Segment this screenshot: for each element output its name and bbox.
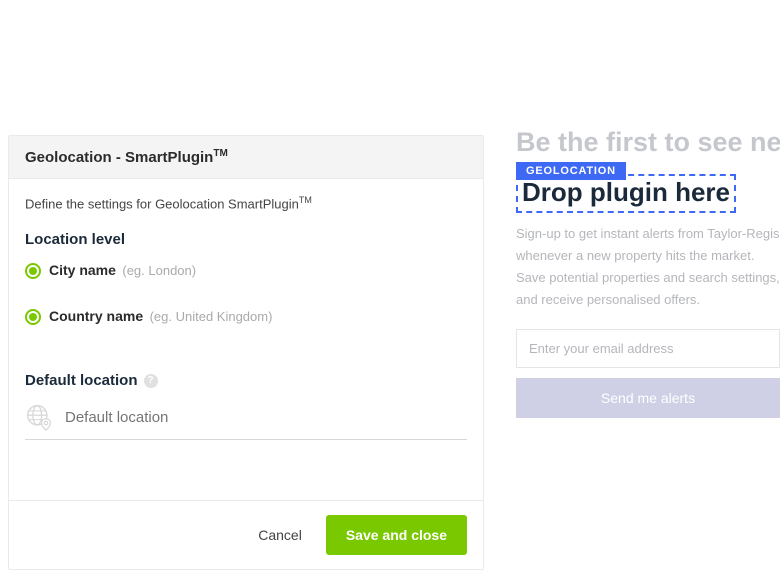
plugin-drop-zone[interactable]: GEOLOCATION Drop plugin here — [516, 174, 736, 213]
panel-description: Define the settings for Geolocation Smar… — [25, 195, 467, 211]
panel-description-tm: TM — [299, 195, 312, 205]
help-icon[interactable]: ? — [144, 374, 158, 388]
drop-zone-text: Drop plugin here — [522, 177, 730, 208]
default-location-title: Default location ? — [25, 372, 467, 389]
radio-label: Country name — [49, 308, 143, 324]
radio-label: City name — [49, 262, 116, 278]
radio-city-name[interactable]: City name (eg. London) — [25, 262, 196, 280]
radio-country-name[interactable]: Country name (eg. United Kingdom) — [25, 308, 272, 326]
settings-panel: Geolocation - SmartPluginTM Define the s… — [8, 135, 484, 570]
cancel-button[interactable]: Cancel — [250, 517, 310, 553]
location-level-options: City name (eg. London) Country name (eg.… — [25, 262, 467, 326]
email-field[interactable] — [516, 329, 780, 368]
panel-title-text: Geolocation - SmartPlugin — [25, 149, 213, 166]
radio-hint: (eg. London) — [122, 263, 196, 278]
save-button[interactable]: Save and close — [326, 515, 467, 555]
panel-title-tm: TM — [213, 148, 227, 159]
panel-description-text: Define the settings for Geolocation Smar… — [25, 196, 299, 211]
panel-title: Geolocation - SmartPluginTM — [9, 136, 483, 179]
default-location-input[interactable] — [65, 409, 467, 426]
default-location-row — [25, 403, 467, 440]
default-location-title-text: Default location — [25, 372, 138, 389]
radio-hint: (eg. United Kingdom) — [150, 309, 273, 324]
preview-heading: Be the first to see new properties in — [516, 126, 780, 160]
preview-pane: Be the first to see new properties in GE… — [516, 126, 780, 570]
radio-icon — [25, 309, 41, 325]
globe-icon — [25, 403, 53, 431]
location-level-title: Location level — [25, 231, 467, 248]
preview-description: Sign-up to get instant alerts from Taylo… — [516, 223, 780, 311]
drop-zone-tag: GEOLOCATION — [516, 162, 626, 180]
radio-icon — [25, 263, 41, 279]
panel-footer: Cancel Save and close — [9, 500, 483, 569]
send-alerts-button[interactable]: Send me alerts — [516, 378, 780, 418]
